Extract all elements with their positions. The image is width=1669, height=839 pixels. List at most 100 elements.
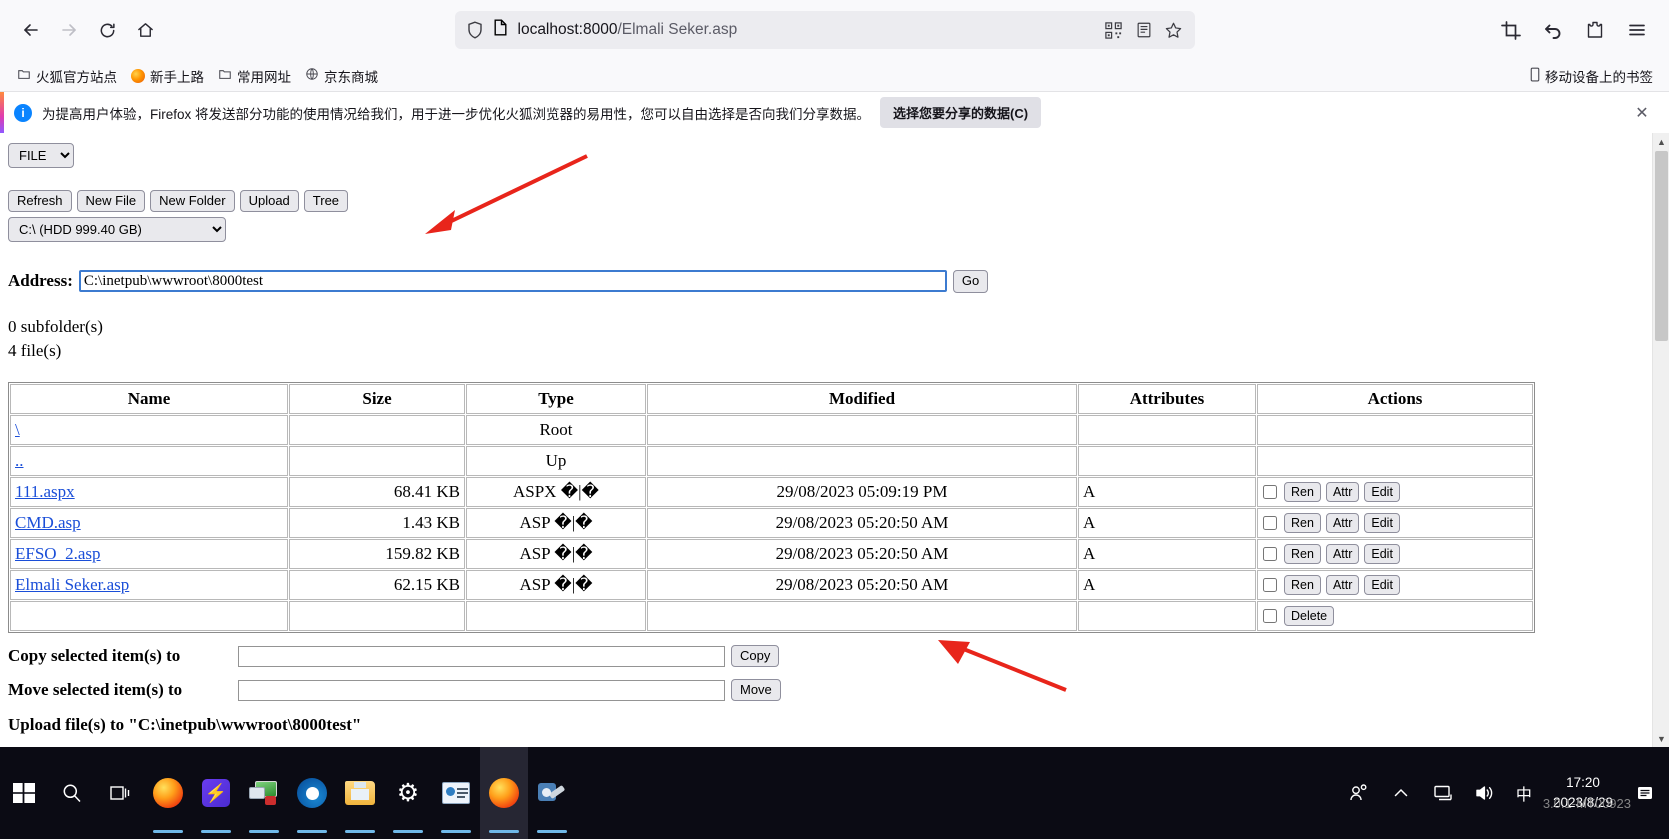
scrollbar-thumb[interactable] — [1655, 151, 1668, 341]
forward-arrow-icon[interactable] — [50, 11, 88, 49]
delete-button[interactable]: Delete — [1284, 605, 1335, 626]
rename-button[interactable]: Ren — [1284, 512, 1321, 533]
cell-modified — [647, 414, 1077, 445]
footer-actions-cell: Delete — [1257, 600, 1533, 631]
back-arrow-icon[interactable] — [12, 11, 50, 49]
people-icon[interactable] — [1339, 747, 1379, 839]
mobile-bookmarks-item[interactable]: 移动设备上的书签 — [1522, 63, 1659, 89]
extensions-icon[interactable] — [1575, 11, 1615, 49]
firefox-taskbar-button[interactable] — [144, 747, 192, 839]
running-indicator — [297, 830, 327, 833]
bookmark-item[interactable]: 新手上路 — [124, 63, 211, 89]
row-select-checkbox[interactable] — [1263, 546, 1277, 561]
rename-button[interactable]: Ren — [1284, 574, 1321, 595]
file-link[interactable]: .. — [15, 451, 24, 470]
column-header-type[interactable]: Type — [466, 383, 646, 414]
column-header-modified[interactable]: Modified — [647, 383, 1077, 414]
home-icon[interactable] — [126, 11, 164, 49]
undo-arrow-icon[interactable] — [1533, 11, 1573, 49]
app-menu-icon[interactable] — [1617, 11, 1657, 49]
running-indicator — [393, 830, 423, 833]
file-link[interactable]: Elmali Seker.asp — [15, 575, 129, 594]
go-button[interactable]: Go — [952, 270, 989, 293]
column-header-name[interactable]: Name — [10, 383, 288, 414]
screenshot-icon[interactable] — [1491, 11, 1531, 49]
task-view-button[interactable] — [96, 747, 144, 839]
upload-button[interactable]: Upload — [239, 190, 299, 213]
card-icon — [442, 782, 470, 804]
edge-taskbar-button[interactable] — [288, 747, 336, 839]
gear-icon: ⚙ — [396, 778, 420, 807]
row-select-checkbox[interactable] — [1263, 577, 1277, 592]
attributes-button[interactable]: Attr — [1325, 574, 1360, 595]
qr-code-icon[interactable] — [1101, 17, 1127, 43]
toolbar-right-icons — [1491, 11, 1657, 49]
start-button[interactable] — [0, 747, 48, 839]
file-link[interactable]: EFSO_2.asp — [15, 544, 100, 563]
bookmark-label: 火狐官方站点 — [36, 69, 117, 85]
contacts-taskbar-button[interactable] — [432, 747, 480, 839]
close-icon[interactable]: ✕ — [1629, 100, 1655, 126]
notification-icon[interactable] — [1625, 747, 1665, 839]
tool-taskbar-button[interactable] — [528, 747, 576, 839]
chevron-up-icon[interactable] — [1381, 747, 1421, 839]
shield-icon[interactable] — [463, 18, 487, 42]
bookmark-item[interactable]: 京东商城 — [298, 63, 385, 89]
rename-button[interactable]: Ren — [1284, 481, 1321, 502]
choose-shared-data-button[interactable]: 选择您要分享的数据(C) — [880, 97, 1042, 128]
volume-icon[interactable] — [1465, 747, 1505, 839]
cell-type: Up — [466, 445, 646, 476]
reader-view-icon[interactable] — [1131, 17, 1157, 43]
new-folder-button[interactable]: New Folder — [150, 190, 235, 213]
network-icon[interactable] — [1423, 747, 1463, 839]
row-select-checkbox[interactable] — [1263, 484, 1277, 499]
page-scrollbar[interactable]: ▲ ▼ — [1652, 133, 1669, 747]
cell-type: ASP �|� — [466, 507, 646, 538]
bookmark-item[interactable]: 常用网址 — [211, 63, 298, 89]
attributes-button[interactable]: Attr — [1325, 512, 1360, 533]
reload-icon[interactable] — [88, 11, 126, 49]
info-icon: i — [14, 103, 32, 122]
copy-destination-input[interactable] — [238, 645, 725, 667]
attributes-button[interactable]: Attr — [1325, 481, 1360, 502]
column-header-attributes[interactable]: Attributes — [1078, 383, 1256, 414]
search-button[interactable] — [48, 747, 96, 839]
address-input[interactable] — [78, 270, 947, 293]
attributes-button[interactable]: Attr — [1325, 543, 1360, 564]
remote-desktop-taskbar-button[interactable] — [240, 747, 288, 839]
tree-button[interactable]: Tree — [303, 190, 349, 213]
file-explorer-taskbar-button[interactable] — [336, 747, 384, 839]
file-link[interactable]: 111.aspx — [15, 482, 75, 501]
new-file-button[interactable]: New File — [76, 190, 146, 213]
file-link[interactable]: CMD.asp — [15, 513, 81, 532]
move-destination-input[interactable] — [238, 679, 725, 701]
bookmark-item[interactable]: 火狐官方站点 — [10, 63, 124, 89]
column-header-size[interactable]: Size — [289, 383, 465, 414]
move-row: Move selected item(s) to Move — [8, 679, 1644, 702]
firefox-active-taskbar-button[interactable] — [480, 747, 528, 839]
notification-text: 为提高用户体验，Firefox 将发送部分功能的使用情况给我们，用于进一步优化火… — [42, 106, 871, 122]
ime-indicator[interactable]: 中 — [1507, 781, 1541, 805]
scroll-up-icon[interactable]: ▲ — [1653, 133, 1669, 150]
edit-button[interactable]: Edit — [1364, 574, 1400, 595]
url-bar[interactable]: localhost:8000/Elmali Seker.asp — [454, 11, 1195, 49]
edit-button[interactable]: Edit — [1364, 512, 1400, 533]
page-info-icon[interactable] — [493, 19, 508, 41]
row-select-checkbox[interactable] — [1263, 515, 1277, 530]
file-link[interactable]: \ — [15, 420, 20, 439]
select-all-checkbox[interactable] — [1263, 608, 1277, 623]
bolt-app-taskbar-button[interactable]: ⚡ — [192, 747, 240, 839]
taskbar-clock[interactable]: 17:20 2023/8/29 3.0.1-MT00923 — [1543, 773, 1631, 812]
settings-taskbar-button[interactable]: ⚙ — [384, 747, 432, 839]
mode-select[interactable]: FILE — [8, 143, 74, 168]
edit-button[interactable]: Edit — [1364, 481, 1400, 502]
copy-button[interactable]: Copy — [731, 644, 780, 668]
cell-attributes: A — [1078, 507, 1256, 538]
refresh-button[interactable]: Refresh — [8, 190, 72, 213]
move-button[interactable]: Move — [731, 679, 781, 702]
edit-button[interactable]: Edit — [1364, 543, 1400, 564]
bookmark-star-icon[interactable] — [1161, 17, 1187, 43]
drive-select[interactable]: C:\ (HDD 999.40 GB) — [8, 217, 226, 243]
scroll-down-icon[interactable]: ▼ — [1653, 730, 1669, 747]
rename-button[interactable]: Ren — [1284, 543, 1321, 564]
